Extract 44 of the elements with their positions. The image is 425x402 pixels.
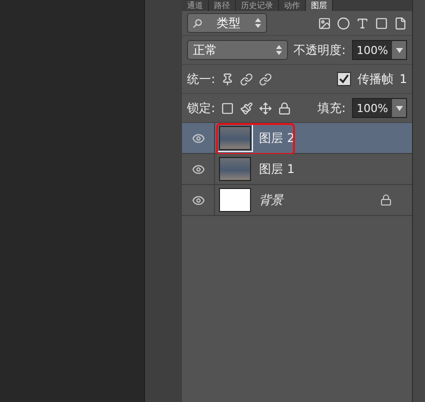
- type-icon[interactable]: [356, 16, 370, 30]
- fill-label: 填充:: [318, 100, 346, 116]
- move-icon[interactable]: [259, 102, 272, 114]
- opacity-label: 不透明度:: [294, 42, 346, 58]
- caret-icon[interactable]: [392, 99, 406, 117]
- panel-tab[interactable]: 图层: [306, 0, 334, 11]
- eye-icon[interactable]: [192, 132, 205, 144]
- blend-mode-dropdown[interactable]: 正常: [187, 40, 288, 60]
- brush-icon[interactable]: [240, 102, 254, 114]
- shape-icon[interactable]: [375, 16, 388, 30]
- filter-dropdown[interactable]: 类型: [187, 13, 268, 33]
- panel-tab[interactable]: 通道: [182, 0, 210, 11]
- panel-tab[interactable]: 路径: [209, 0, 236, 11]
- circle-icon[interactable]: [337, 16, 350, 30]
- link-icon[interactable]: [259, 72, 272, 86]
- layer-name: 背景: [259, 192, 285, 208]
- scrollbar[interactable]: [412, 0, 425, 402]
- updown-icon: [276, 45, 282, 55]
- pin-icon[interactable]: [221, 72, 234, 86]
- propagate-label: 传播帧: [357, 70, 394, 88]
- layer-row[interactable]: 图层 1: [182, 154, 412, 185]
- layer-row[interactable]: 背景: [182, 185, 412, 216]
- layer-name: 图层 1: [259, 160, 296, 178]
- opacity-field[interactable]: 100%: [352, 40, 408, 60]
- photo-placeholder: [219, 126, 252, 150]
- search-icon: [193, 18, 202, 28]
- panel-tab[interactable]: 历史记录: [236, 0, 280, 11]
- document-icon[interactable]: [394, 16, 408, 30]
- lock-icon: [380, 194, 392, 206]
- unify-label: 统一:: [187, 70, 216, 88]
- fill-field[interactable]: 100%: [352, 98, 408, 118]
- eye-icon[interactable]: [192, 194, 205, 206]
- blank-thumbnail: [219, 188, 252, 212]
- photo-placeholder: [219, 157, 252, 181]
- frame-number: 1: [399, 72, 408, 86]
- updown-icon: [255, 18, 262, 28]
- eye-icon[interactable]: [192, 162, 205, 176]
- lock-transparency-icon[interactable]: [221, 102, 234, 114]
- lock-label: 锁定:: [187, 100, 216, 116]
- caret-icon[interactable]: [392, 41, 406, 59]
- propagate-checkbox[interactable]: [337, 72, 352, 86]
- image-icon[interactable]: [318, 16, 332, 30]
- link-icon[interactable]: [240, 72, 254, 86]
- lock-icon[interactable]: [278, 102, 292, 114]
